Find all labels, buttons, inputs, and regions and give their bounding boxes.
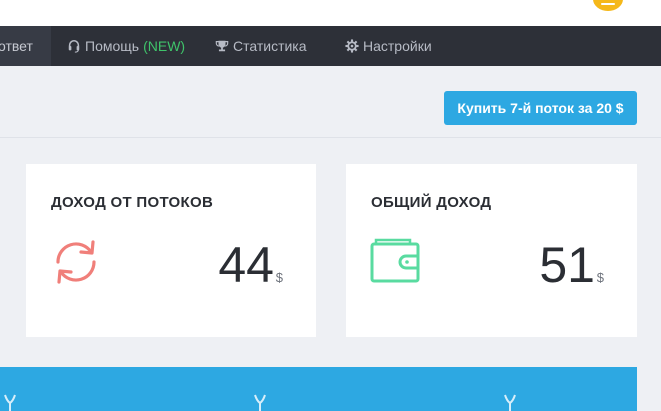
currency-unit: $ [275, 270, 283, 285]
nav-item-statistics[interactable]: Статистика [215, 26, 307, 66]
buy-stream-button[interactable]: Купить 7-й поток за 20 $ [444, 91, 637, 125]
new-badge: (NEW) [143, 38, 186, 54]
total-income-value: 51 [539, 237, 595, 293]
total-income-card: ОБЩИЙ ДОХОД 51 $ [346, 164, 637, 337]
wallet-icon [370, 236, 422, 288]
nav-item-label: ответ [0, 38, 33, 54]
user-avatar[interactable] [593, 0, 623, 11]
lamp-icon [252, 393, 268, 411]
nav-item-answer[interactable]: ответ [0, 26, 51, 66]
stream-income-value: 44 [218, 237, 274, 293]
lamp-icon [2, 393, 18, 411]
card-title: ДОХОД ОТ ПОТОКОВ [51, 194, 214, 211]
nav-item-settings[interactable]: Настройки [345, 26, 432, 66]
card-title: ОБЩИЙ ДОХОД [371, 194, 492, 211]
nav-item-label: Помощь [85, 38, 140, 54]
lamp-icon [502, 393, 518, 411]
top-bar [0, 0, 661, 26]
trophy-icon [215, 39, 229, 53]
nav-item-label: Статистика [233, 38, 307, 54]
main-nav: ответ Помощь (NEW) Статистика Настройки [0, 26, 661, 66]
headset-icon [67, 39, 81, 53]
nav-item-label: Настройки [363, 38, 432, 54]
promo-banner [0, 367, 637, 411]
nav-item-help[interactable]: Помощь (NEW) [67, 26, 185, 66]
stream-income-card: ДОХОД ОТ ПОТОКОВ 44 $ [26, 164, 316, 337]
currency-unit: $ [596, 270, 604, 285]
refresh-icon [50, 236, 102, 288]
gear-icon [345, 39, 359, 53]
